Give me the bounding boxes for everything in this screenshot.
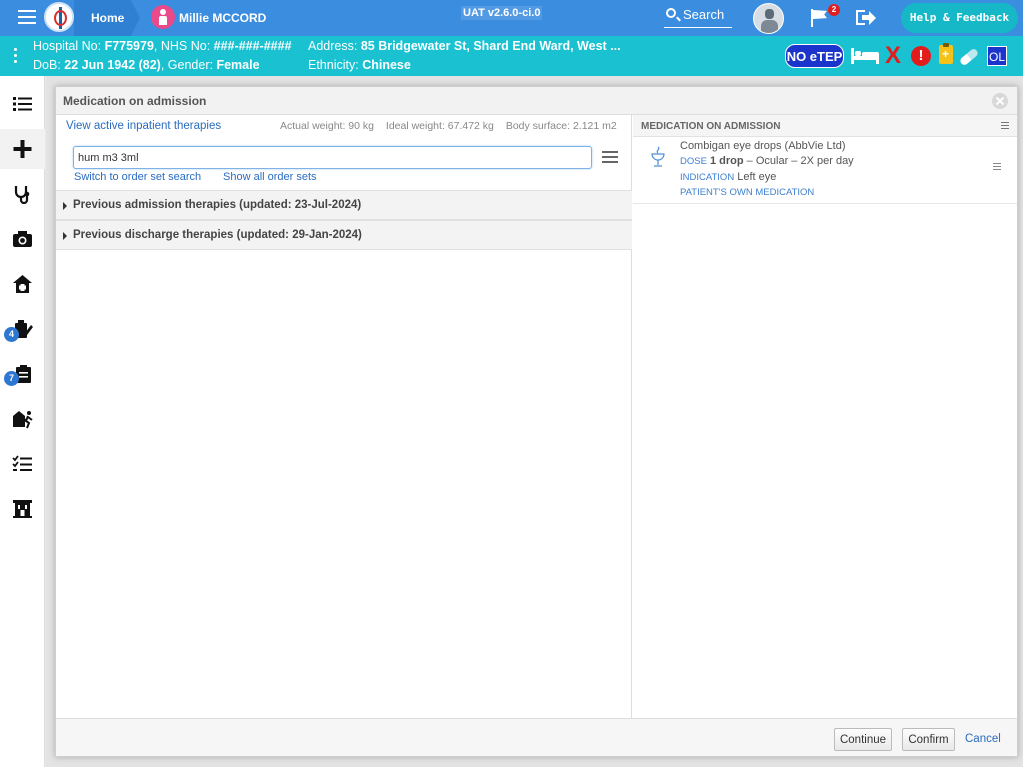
rail-clinical[interactable] — [0, 174, 45, 214]
hospital-number: F775979 — [104, 39, 154, 53]
medication-on-admission-dialog: Medication on admission View active inpa… — [55, 86, 1018, 757]
alert-icon[interactable]: ! — [911, 46, 931, 66]
rail-list[interactable] — [0, 84, 45, 124]
banner-address: Address: 85 Bridgewater St, Shard End Wa… — [308, 39, 621, 53]
section-label: Previous admission therapies (updated: 2… — [73, 199, 362, 211]
dialog-header: Medication on admission — [56, 87, 1017, 115]
dob-value: 22 Jun 1942 (82) — [64, 58, 161, 72]
help-feedback-button[interactable]: Help & Feedback — [901, 3, 1018, 33]
app-logo-icon — [44, 2, 74, 32]
close-icon[interactable] — [992, 93, 1008, 109]
rail-camera[interactable] — [0, 219, 45, 259]
medication-list-title: MEDICATION ON ADMISSION — [641, 121, 781, 132]
search-options-menu-icon[interactable] — [602, 151, 618, 163]
dialog-title: Medication on admission — [63, 94, 207, 108]
switch-order-set-link[interactable]: Switch to order set search — [74, 171, 201, 183]
list-icon — [13, 97, 32, 111]
nhs-number: ###-###-#### — [213, 39, 292, 53]
dose-value: 1 drop — [710, 155, 744, 167]
patient-name[interactable]: Millie MCCORD — [179, 11, 266, 25]
dialog-footer: Continue Confirm Cancel — [56, 718, 1017, 756]
indication-value: Left eye — [737, 171, 777, 183]
patient-metrics: Actual weight: 90 kg Ideal weight: 67.47… — [280, 120, 617, 132]
hospital-label: Hospital No: — [33, 39, 105, 53]
dose-route-frequency: – Ocular – 2X per day — [743, 155, 854, 167]
prescribe-count-badge: 4 — [4, 327, 19, 342]
ethnicity-label: Ethnicity: — [308, 58, 363, 72]
house-icon — [13, 275, 32, 293]
medication-item[interactable]: Combigan eye drops (AbbVie Ltd) DOSE 1 d… — [633, 137, 1017, 204]
flag-count-badge: 2 — [828, 4, 840, 16]
rail-home-care[interactable] — [0, 264, 45, 304]
camera-icon — [13, 231, 32, 247]
show-all-order-sets-link[interactable]: Show all order sets — [223, 171, 317, 183]
building-icon — [13, 500, 32, 518]
nhs-label: , NHS No: — [153, 39, 214, 53]
banner-line-2: DoB: 22 Jun 1942 (82), Gender: Female — [33, 58, 260, 72]
rail-discharge[interactable] — [0, 399, 45, 439]
environment-label: UAT v2.6.0-ci.0 — [461, 6, 543, 20]
bed-icon[interactable] — [851, 48, 879, 64]
checklist-icon — [12, 455, 32, 471]
search-label: Search — [683, 7, 725, 22]
rail-checklist[interactable] — [0, 444, 45, 484]
address-value: 85 Bridgewater St, Shard End Ward, West … — [360, 39, 621, 53]
view-active-therapies-link[interactable]: View active inpatient therapies — [66, 120, 221, 132]
ol-badge[interactable]: OL — [987, 46, 1007, 66]
search-button[interactable]: Search — [664, 4, 732, 28]
previous-discharge-section[interactable]: Previous discharge therapies (updated: 2… — [56, 220, 632, 250]
rail-add[interactable] — [0, 129, 45, 169]
actual-weight: Actual weight: 90 kg — [280, 120, 374, 132]
medication-search-input[interactable] — [73, 146, 592, 169]
section-label: Previous discharge therapies (updated: 2… — [73, 229, 362, 241]
previous-admission-section[interactable]: Previous admission therapies (updated: 2… — [56, 190, 632, 220]
tasks-count-badge: 7 — [4, 371, 19, 386]
banner-ethnicity: Ethnicity: Chinese — [308, 58, 411, 72]
hamburger-menu-icon[interactable] — [18, 10, 36, 26]
stethoscope-icon — [14, 186, 30, 204]
cancel-link[interactable]: Cancel — [965, 733, 1001, 745]
expand-triangle-icon — [63, 232, 67, 240]
ethnicity-value: Chinese — [362, 58, 411, 72]
indication-label: INDICATION — [680, 172, 735, 183]
top-navigation-bar: Home Millie MCCORD UAT v2.6.0-ci.0 Searc… — [0, 0, 1023, 36]
left-navigation-rail: 4 7 — [0, 76, 45, 767]
medication-list-pane: MEDICATION ON ADMISSION Combigan eye dro… — [633, 115, 1017, 718]
expand-triangle-icon — [63, 202, 67, 210]
rail-hospital[interactable] — [0, 489, 45, 529]
house-walking-icon — [13, 411, 33, 429]
gender-value: Female — [216, 58, 260, 72]
home-label[interactable]: Home — [91, 11, 124, 25]
plus-icon — [13, 140, 32, 158]
user-avatar[interactable] — [753, 3, 784, 34]
dose-label: DOSE — [680, 156, 707, 167]
patients-own-medication-label: PATIENT'S OWN MEDICATION — [680, 187, 815, 198]
logout-icon[interactable] — [856, 9, 876, 27]
medication-dose: DOSE 1 drop – Ocular – 2X per day — [680, 155, 854, 167]
drag-handle-icon[interactable] — [993, 163, 1001, 171]
banner-line-1: Hospital No: F775979, NHS No: ###-###-##… — [33, 39, 292, 53]
continue-button[interactable]: Continue — [834, 728, 892, 751]
dob-label: DoB: — [33, 58, 65, 72]
more-options-icon[interactable] — [14, 48, 18, 64]
flag-icon[interactable] — [811, 9, 829, 27]
medication-list-header: MEDICATION ON ADMISSION — [633, 115, 1017, 137]
address-label: Address: — [308, 39, 361, 53]
confirm-button[interactable]: Confirm — [902, 728, 955, 751]
allergy-x-icon[interactable]: X — [885, 43, 901, 69]
medication-name: Combigan eye drops (AbbVie Ltd) — [680, 140, 846, 152]
gender-label: , Gender: — [160, 58, 217, 72]
ideal-weight: Ideal weight: 67.472 kg — [385, 120, 494, 132]
female-patient-icon — [151, 5, 175, 29]
pharmacy-bowl-icon — [651, 146, 665, 167]
therapy-search-pane: View active inpatient therapies Actual w… — [56, 115, 632, 718]
body-surface: Body surface: 2.121 m2 — [505, 120, 617, 132]
no-etep-badge[interactable]: NO eTEP — [785, 44, 844, 68]
medication-indication: INDICATION Left eye — [680, 171, 776, 183]
list-menu-icon[interactable] — [1001, 122, 1009, 130]
search-icon — [666, 8, 676, 18]
clipboard-icon[interactable] — [939, 43, 953, 64]
